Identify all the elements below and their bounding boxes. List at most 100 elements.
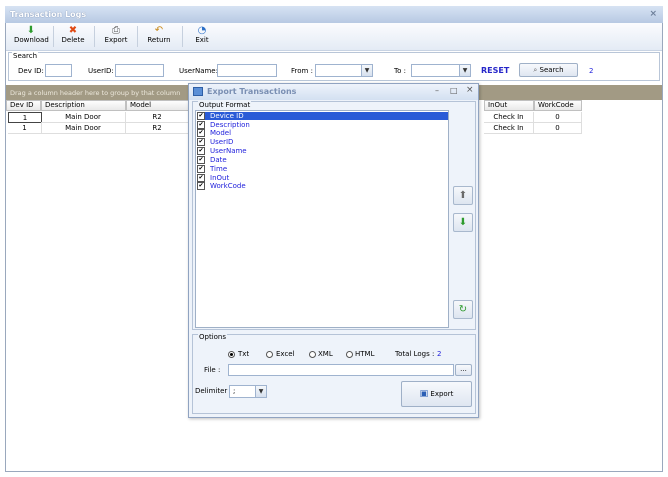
window-close-icon[interactable]: ×	[649, 9, 657, 19]
cell-model[interactable]: R2	[126, 112, 189, 123]
delimiter-label: Delimiter :	[195, 387, 232, 395]
total-logs-label: Total Logs :	[395, 350, 435, 358]
search-button-label: Search	[539, 66, 564, 74]
list-item[interactable]: ✔ Model	[196, 129, 446, 137]
download-icon: ⬇	[26, 25, 36, 36]
from-label: From :	[291, 67, 313, 75]
checkbox-checked-icon[interactable]: ✔	[197, 129, 205, 137]
checkbox-checked-icon[interactable]: ✔	[197, 165, 205, 173]
radio-icon[interactable]	[266, 351, 273, 358]
search-button[interactable]: ⌕ Search	[519, 63, 578, 77]
exit-label: Exit	[195, 36, 209, 44]
radio-label: HTML	[355, 350, 375, 358]
refresh-button[interactable]: ↻	[453, 300, 473, 319]
reset-link[interactable]: RESET	[481, 66, 509, 75]
cell-workcode[interactable]: 0	[534, 123, 582, 134]
list-item[interactable]: ✔ Device ID	[196, 112, 446, 120]
username-input[interactable]	[217, 64, 277, 77]
format-radio-xml[interactable]: XML	[309, 350, 337, 359]
radio-selected-icon[interactable]	[228, 351, 235, 358]
field-label: UserName	[210, 147, 247, 155]
cell-model[interactable]: R2	[126, 123, 189, 134]
arrow-down-icon: ⬇	[458, 217, 468, 228]
col-header-model[interactable]: Model	[126, 100, 189, 111]
cell-workcode[interactable]: 0	[534, 112, 582, 123]
field-list[interactable]: ✔ Device ID ✔ Description ✔ Model ✔ UserID ✔…	[195, 110, 449, 328]
total-logs-value: 2	[437, 350, 442, 358]
cell-description[interactable]: Main Door	[41, 123, 126, 134]
delimiter-select[interactable]: ; ▼	[229, 385, 267, 398]
radio-icon[interactable]	[309, 351, 316, 358]
cell-inout[interactable]: Check In	[484, 123, 534, 134]
output-format-label: Output Format	[198, 101, 252, 109]
username-label: UserName:	[179, 67, 218, 75]
userid-input[interactable]	[115, 64, 164, 77]
col-header-dev-id[interactable]: Dev ID	[6, 100, 41, 111]
minimize-icon[interactable]: –	[435, 86, 439, 95]
window-title: Transaction Logs	[10, 10, 87, 19]
to-date-select[interactable]: ▼	[411, 64, 471, 77]
dev-id-input[interactable]	[45, 64, 72, 77]
toolbar: ⬇ Download ✖ Delete ⎙ Export ↶ Return ◔ …	[6, 23, 662, 51]
search-icon: ⌕	[533, 66, 538, 74]
list-item[interactable]: ✔ UserName	[196, 147, 446, 155]
chevron-down-icon[interactable]: ▼	[361, 65, 372, 76]
result-count: 2	[589, 67, 594, 75]
checkbox-checked-icon[interactable]: ✔	[197, 182, 205, 190]
refresh-icon: ↻	[458, 304, 468, 315]
col-header-workcode[interactable]: WorkCode	[534, 100, 582, 111]
cell-dev-id[interactable]: 1	[8, 123, 42, 134]
checkbox-checked-icon[interactable]: ✔	[197, 112, 205, 120]
file-path-input[interactable]	[228, 364, 454, 376]
browse-button[interactable]: ...	[455, 364, 472, 376]
list-item[interactable]: ✔ WorkCode	[196, 182, 446, 190]
list-item[interactable]: ✔ Time	[196, 165, 446, 173]
chevron-down-icon[interactable]: ▼	[255, 386, 266, 397]
group-hint-text: Drag a column header here to group by th…	[10, 89, 181, 97]
arrow-up-icon: ⬆	[458, 190, 468, 201]
checkbox-checked-icon[interactable]: ✔	[197, 138, 205, 146]
chevron-down-icon[interactable]: ▼	[459, 65, 470, 76]
download-label: Download	[14, 36, 49, 44]
list-item[interactable]: ✔ Description	[196, 121, 446, 129]
return-button[interactable]: ↶ Return	[145, 25, 173, 49]
checkbox-checked-icon[interactable]: ✔	[197, 174, 205, 182]
dialog-close-icon[interactable]: ×	[466, 85, 474, 95]
radio-label: XML	[318, 350, 333, 358]
cell-dev-id[interactable]: 1	[8, 112, 42, 123]
cell-description[interactable]: Main Door	[41, 112, 126, 123]
download-button[interactable]: ⬇ Download	[14, 25, 49, 49]
field-label: Device ID	[210, 112, 244, 120]
checkbox-checked-icon[interactable]: ✔	[197, 147, 205, 155]
col-header-label: Model	[130, 101, 152, 109]
list-item[interactable]: ✔ Date	[196, 156, 446, 164]
delimiter-value: ;	[233, 387, 236, 395]
dialog-titlebar[interactable]: Export Transactions – □ ×	[189, 84, 478, 100]
col-header-inout[interactable]: InOut	[484, 100, 534, 111]
export-button[interactable]: ⎙ Export	[103, 25, 129, 49]
format-radio-txt[interactable]: Txt	[228, 350, 258, 359]
list-item[interactable]: ✔ UserID	[196, 138, 446, 146]
format-radio-excel[interactable]: Excel	[266, 350, 300, 359]
exit-icon: ◔	[197, 25, 207, 36]
col-header-description[interactable]: Description	[41, 100, 126, 111]
cell-inout[interactable]: Check In	[484, 112, 534, 123]
delete-button[interactable]: ✖ Delete	[60, 25, 86, 49]
toolbar-separator	[94, 26, 95, 47]
move-up-button[interactable]: ⬆	[453, 186, 473, 205]
format-radio-html[interactable]: HTML	[346, 350, 382, 359]
file-label: File :	[204, 366, 221, 374]
field-label: WorkCode	[210, 182, 246, 190]
list-item[interactable]: ✔ InOut	[196, 174, 446, 182]
col-header-label: WorkCode	[538, 101, 574, 109]
radio-label: Txt	[238, 350, 250, 358]
radio-icon[interactable]	[346, 351, 353, 358]
move-down-button[interactable]: ⬇	[453, 213, 473, 232]
checkbox-checked-icon[interactable]: ✔	[197, 121, 205, 129]
exit-button[interactable]: ◔ Exit	[192, 25, 212, 49]
export-submit-button[interactable]: ▣ Export	[401, 381, 472, 407]
export-window-icon	[193, 87, 203, 96]
from-date-select[interactable]: ▼	[315, 64, 373, 77]
checkbox-checked-icon[interactable]: ✔	[197, 156, 205, 164]
maximize-icon[interactable]: □	[450, 86, 458, 95]
